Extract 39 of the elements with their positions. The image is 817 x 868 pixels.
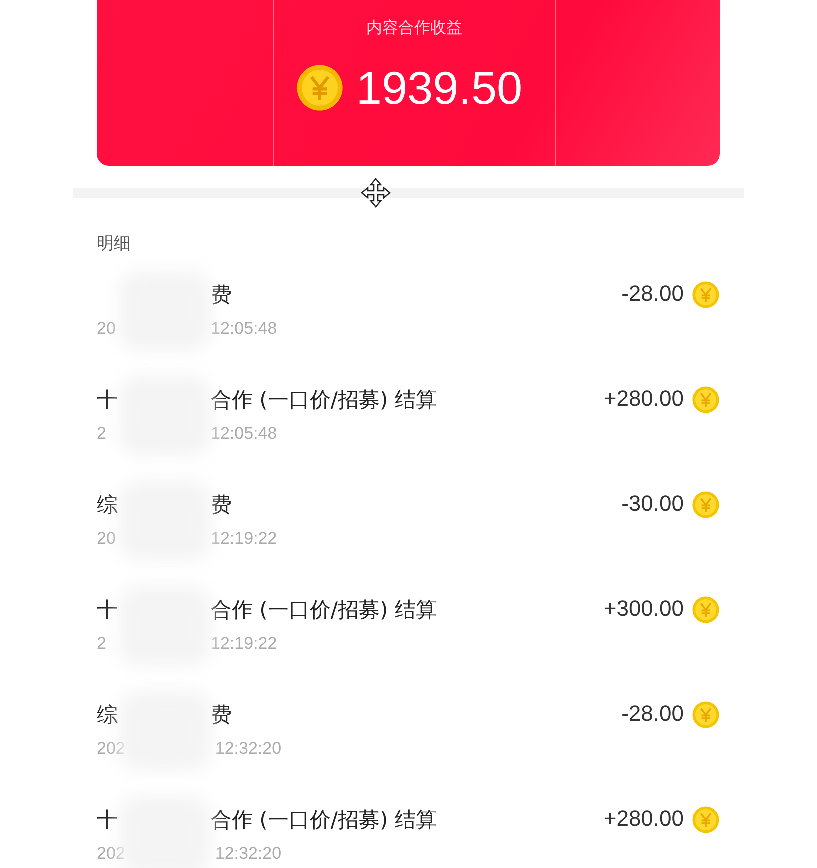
transaction-title: 十: [97, 807, 119, 834]
section-title: 明细: [97, 233, 131, 255]
transaction-title: 十: [97, 387, 119, 414]
transaction-time: 202: [97, 844, 126, 864]
transaction-title: 费: [211, 702, 232, 729]
coin-icon: [692, 281, 720, 309]
transaction-amount: +280.00: [604, 386, 684, 412]
coin-icon: [692, 491, 720, 519]
coin-icon: [692, 701, 720, 729]
earnings-amount: 1939.50: [356, 61, 523, 115]
coin-icon: [692, 806, 720, 834]
coin-icon: [296, 64, 344, 112]
transaction-title: 十: [97, 597, 119, 624]
transaction-time: 202: [97, 739, 126, 759]
transaction-time: 12:05:48: [211, 319, 278, 339]
coin-icon: [692, 386, 720, 414]
transaction-amount: -28.00: [622, 281, 684, 307]
transaction-time: 12:32:20: [215, 739, 282, 759]
transaction-title: 费: [211, 282, 232, 309]
transaction-amount: -30.00: [622, 491, 684, 517]
transaction-title: 合作 (一口价/招募) 结算: [211, 597, 437, 624]
transaction-title: 合作 (一口价/招募) 结算: [211, 807, 437, 834]
transaction-amount: +300.00: [604, 596, 684, 622]
transaction-time: 20: [97, 529, 117, 549]
transaction-title: 综: [97, 492, 119, 519]
earnings-title: 内容合作收益: [366, 18, 462, 39]
transaction-amount: +280.00: [604, 806, 684, 832]
transaction-time: 12:32:20: [215, 844, 282, 864]
transaction-time: 2: [97, 634, 108, 654]
transaction-time: 12:05:48: [211, 424, 278, 444]
transaction-amount: -28.00: [622, 701, 684, 727]
transaction-title: 综: [97, 702, 119, 729]
transaction-title: 费: [211, 492, 232, 519]
transaction-time: 12:19:22: [211, 634, 278, 654]
transaction-time: 12:19:22: [211, 529, 278, 549]
transaction-title: 合作 (一口价/招募) 结算: [211, 387, 437, 414]
transaction-time: 2: [97, 424, 108, 444]
coin-icon: [692, 596, 720, 624]
transaction-time: 20: [97, 319, 117, 339]
